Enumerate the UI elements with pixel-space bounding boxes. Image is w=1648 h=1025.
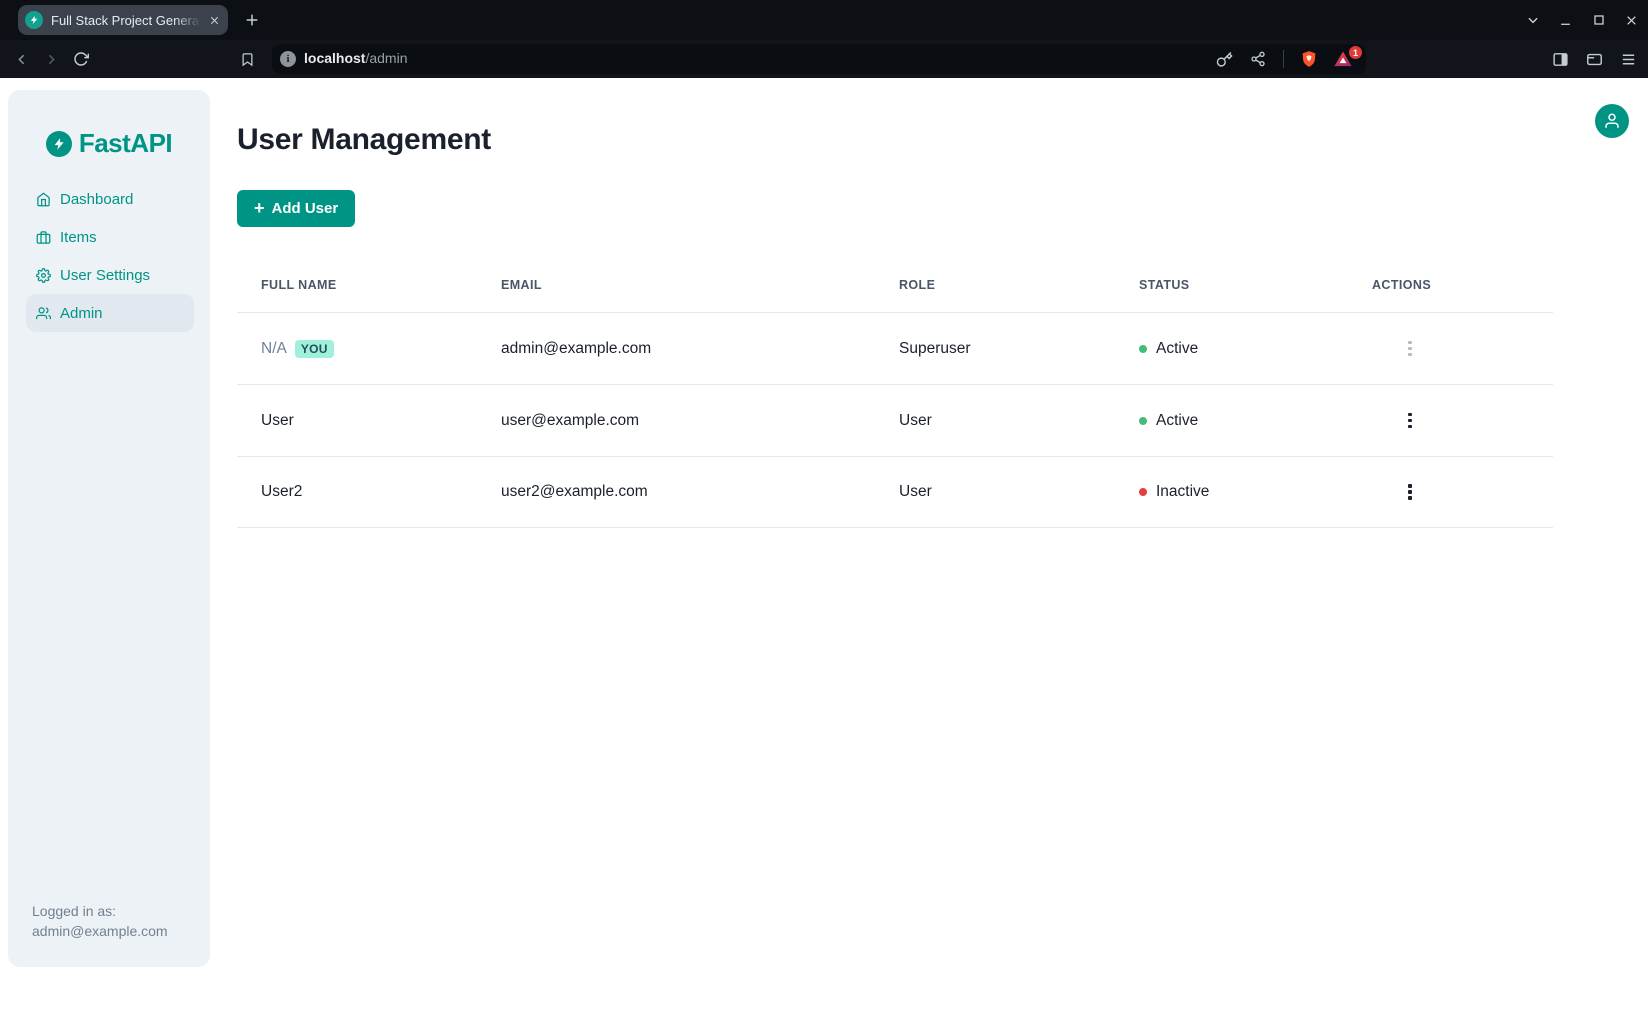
table-header-row: FULL NAME EMAIL ROLE STATUS ACTIONS	[237, 258, 1553, 312]
sidebar-item-dashboard[interactable]: Dashboard	[8, 180, 210, 218]
admin-page: FastAPI Dashboard Items	[0, 78, 1648, 1025]
browser-window: Full Stack Project Genera	[0, 0, 1648, 1025]
sidebar-item-label: User Settings	[60, 267, 150, 284]
brave-shield-icon[interactable]	[1296, 50, 1322, 68]
add-user-button[interactable]: + Add User	[237, 190, 355, 227]
fastapi-bolt-icon	[46, 131, 72, 157]
cell-email: admin@example.com	[477, 340, 875, 358]
gear-icon	[36, 268, 51, 283]
toolbar-right-icons	[1546, 40, 1642, 78]
tab-close-icon[interactable]	[209, 15, 220, 26]
cell-status: Inactive	[1115, 483, 1348, 501]
sidebar: FastAPI Dashboard Items	[8, 90, 210, 967]
users-table: FULL NAME EMAIL ROLE STATUS ACTIONS N/A …	[237, 258, 1553, 528]
maximize-button[interactable]	[1582, 0, 1615, 40]
address-bar[interactable]: i localhost/admin	[272, 44, 1366, 74]
cell-full-name: User2	[237, 483, 477, 501]
close-window-button[interactable]	[1615, 0, 1648, 40]
status-text: Active	[1156, 412, 1198, 430]
table-row: User user@example.com User Active	[237, 384, 1553, 456]
rewards-notification-badge: 1	[1349, 46, 1362, 59]
sidebar-item-items[interactable]: Items	[8, 218, 210, 256]
tab-search-chevron-icon[interactable]	[1516, 0, 1549, 40]
toolbar-divider	[1283, 50, 1284, 68]
logged-in-as-label: Logged in as:	[32, 901, 190, 921]
user-avatar-icon	[1603, 112, 1621, 130]
cell-role: Superuser	[875, 340, 1115, 358]
status-text: Active	[1156, 340, 1198, 358]
logo-text: FastAPI	[79, 128, 172, 159]
status-dot	[1139, 417, 1147, 425]
cell-email: user@example.com	[477, 412, 875, 430]
add-user-label: Add User	[272, 200, 339, 217]
reload-icon[interactable]	[66, 44, 96, 74]
col-header-full-name: FULL NAME	[237, 278, 477, 292]
tab-bar: Full Stack Project Genera	[0, 0, 1648, 40]
brave-rewards-icon[interactable]: 1	[1330, 51, 1356, 67]
page-title: User Management	[237, 123, 491, 157]
row-actions-kebab-button[interactable]	[1402, 407, 1418, 435]
sidebar-item-label: Items	[60, 229, 97, 246]
menu-hamburger-icon[interactable]	[1614, 45, 1642, 73]
password-key-icon[interactable]	[1211, 51, 1237, 68]
home-icon	[36, 192, 51, 207]
browser-toolbar: i localhost/admin	[0, 40, 1648, 78]
row-actions-kebab-button[interactable]	[1402, 335, 1418, 363]
cell-status: Active	[1115, 412, 1348, 430]
col-header-email: EMAIL	[477, 278, 875, 292]
site-info-icon[interactable]: i	[280, 51, 296, 67]
briefcase-icon	[36, 230, 51, 245]
status-dot	[1139, 488, 1147, 496]
col-header-actions: ACTIONS	[1348, 278, 1553, 292]
fastapi-logo: FastAPI	[46, 128, 172, 159]
col-header-status: STATUS	[1115, 278, 1348, 292]
cell-full-name: User	[237, 412, 477, 430]
you-badge: YOU	[295, 340, 334, 358]
cell-role: User	[875, 483, 1115, 501]
cell-role: User	[875, 412, 1115, 430]
full-name-text: User2	[261, 483, 302, 501]
window-controls	[1516, 0, 1648, 40]
cell-actions	[1348, 407, 1553, 435]
sidebar-nav: Dashboard Items User Settings	[8, 180, 210, 332]
sidebar-item-label: Dashboard	[60, 191, 133, 208]
table-row: N/A YOU admin@example.com Superuser Acti…	[237, 312, 1553, 384]
cell-full-name: N/A YOU	[237, 340, 477, 358]
logged-in-email: admin@example.com	[32, 921, 190, 941]
bookmarks-icon[interactable]	[240, 40, 255, 78]
cell-actions	[1348, 478, 1553, 506]
share-icon[interactable]	[1245, 51, 1271, 67]
table-body: N/A YOU admin@example.com Superuser Acti…	[237, 312, 1553, 528]
sidebar-toggle-icon[interactable]	[1546, 45, 1574, 73]
status-text: Inactive	[1156, 483, 1209, 501]
user-menu-avatar-button[interactable]	[1595, 104, 1629, 138]
wallet-icon[interactable]	[1580, 45, 1608, 73]
users-icon	[36, 306, 51, 321]
cell-status: Active	[1115, 340, 1348, 358]
url-host: localhost	[304, 50, 365, 66]
minimize-button[interactable]	[1549, 0, 1582, 40]
tab-title: Full Stack Project Genera	[51, 13, 201, 28]
status-dot	[1139, 345, 1147, 353]
sidebar-footer: Logged in as: admin@example.com	[8, 901, 210, 967]
fastapi-favicon-bolt-icon	[25, 11, 43, 29]
full-name-text: N/A	[261, 340, 287, 358]
cell-email: user2@example.com	[477, 483, 875, 501]
cell-actions	[1348, 335, 1553, 363]
url-path: /admin	[365, 50, 407, 66]
full-name-text: User	[261, 412, 294, 430]
row-actions-kebab-button[interactable]	[1402, 478, 1418, 506]
sidebar-item-label: Admin	[60, 305, 103, 322]
sidebar-item-user-settings[interactable]: User Settings	[8, 256, 210, 294]
browser-tab[interactable]: Full Stack Project Genera	[18, 5, 228, 35]
sidebar-item-admin[interactable]: Admin	[26, 294, 194, 332]
table-row: User2 user2@example.com User Inactive	[237, 456, 1553, 528]
back-icon[interactable]	[6, 44, 36, 74]
col-header-role: ROLE	[875, 278, 1115, 292]
forward-icon[interactable]	[36, 44, 66, 74]
plus-icon: +	[254, 199, 265, 217]
new-tab-icon[interactable]	[244, 12, 260, 28]
